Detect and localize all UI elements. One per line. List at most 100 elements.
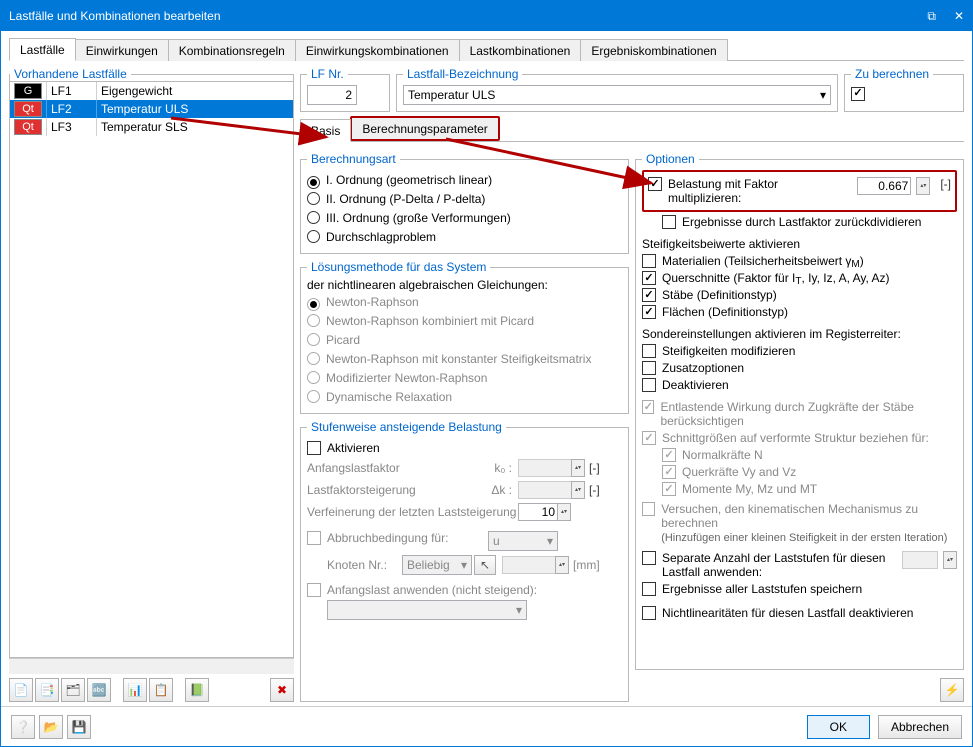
tab-lastkombinationen[interactable]: Lastkombinationen	[459, 39, 582, 61]
deformed-checkbox	[642, 431, 656, 445]
copy-button[interactable]: 📑	[35, 678, 59, 702]
spinner-icon[interactable]: ▴▾	[916, 177, 930, 195]
tab-einwirkungskombinationen[interactable]: Einwirkungskombinationen	[295, 39, 460, 61]
radio-order3[interactable]	[307, 211, 320, 224]
initial-load-checkbox	[307, 583, 321, 597]
table-row[interactable]: Qt LF3 Temperatur SLS	[10, 118, 293, 136]
tab-einwirkungen[interactable]: Einwirkungen	[75, 39, 169, 61]
radio-snapthrough[interactable]	[307, 230, 320, 243]
special-heading: Sondereinstellungen aktivieren im Regist…	[642, 327, 957, 341]
options-group: Optionen Belastung mit Faktor multiplizi…	[635, 152, 964, 670]
tab-kombinationsregeln[interactable]: Kombinationsregeln	[168, 39, 296, 61]
footer: ❔ 📂 💾 OK Abbrechen	[1, 706, 972, 746]
tab-ergebniskombinationen[interactable]: Ergebniskombinationen	[580, 39, 727, 61]
spinner-icon[interactable]: ▴▾	[557, 503, 571, 521]
spinner-icon: ▴▾	[571, 481, 585, 499]
calc-legend: Zu berechnen	[851, 67, 933, 81]
renumber-button[interactable]: 📊	[123, 678, 147, 702]
table-row[interactable]: G LF1 Eigengewicht	[10, 82, 293, 100]
section-checkbox[interactable]	[642, 271, 656, 285]
cancel-button[interactable]: Abbrechen	[878, 715, 962, 739]
ok-button[interactable]: OK	[807, 715, 870, 739]
members-checkbox[interactable]	[642, 288, 656, 302]
tab-berechnungsparameter[interactable]: Berechnungsparameter	[350, 116, 499, 141]
open-button[interactable]: 📂	[39, 715, 63, 739]
radio-picard	[307, 333, 320, 346]
spinner-icon: ▴▾	[571, 459, 585, 477]
shift-button[interactable]: 📋	[149, 678, 173, 702]
sort-button[interactable]: 🗂	[61, 678, 85, 702]
spinner-icon: ▴▾	[943, 551, 957, 569]
activate-checkbox[interactable]	[307, 441, 321, 455]
radio-dyn-relax	[307, 390, 320, 403]
chevron-down-icon: ▾	[516, 603, 522, 617]
stiffness-heading: Steifigkeitsbeiwerte aktivieren	[642, 237, 957, 251]
nonlin-off-checkbox[interactable]	[642, 606, 656, 620]
dk-input	[518, 481, 572, 499]
chevron-down-icon: ▾	[820, 88, 826, 102]
solver-group: Lösungsmethode für das System der nichtl…	[300, 260, 629, 414]
flash-button[interactable]: ⚡	[940, 678, 964, 702]
abort-checkbox	[307, 531, 321, 545]
multiply-input[interactable]	[857, 177, 911, 195]
desc-legend: Lastfall-Bezeichnung	[403, 67, 522, 81]
spinner-icon: ▴▾	[555, 556, 569, 574]
tab-basis[interactable]: Basis	[300, 119, 351, 142]
radio-newton-picard	[307, 314, 320, 327]
main-tabs: Lastfälle Einwirkungen Kombinationsregel…	[9, 37, 964, 61]
radio-order2[interactable]	[307, 192, 320, 205]
mechanism-checkbox	[642, 502, 655, 516]
m-checkbox	[662, 482, 676, 496]
highlight-box: Belastung mit Faktor multiplizieren: ▴▾ …	[642, 170, 957, 212]
left-toolbar: 📄 📑 🗂 🔤 📊 📋 📗 ✖	[9, 678, 294, 702]
mat-checkbox[interactable]	[642, 254, 656, 268]
calculate-checkbox[interactable]	[851, 87, 865, 101]
tab-lastfaelle[interactable]: Lastfälle	[9, 38, 76, 61]
loadcase-list[interactable]: G LF1 Eigengewicht Qt LF2 Temperatur ULS…	[9, 82, 294, 658]
tag-badge: Qt	[14, 101, 42, 117]
help-button[interactable]: ❔	[11, 715, 35, 739]
n-checkbox	[662, 448, 676, 462]
radio-newton-const	[307, 352, 320, 365]
restore-icon[interactable]: ⧉	[927, 9, 936, 24]
separate-steps-checkbox[interactable]	[642, 551, 656, 565]
v-checkbox	[662, 465, 676, 479]
separate-steps-input	[902, 551, 938, 569]
modify-stiff-checkbox[interactable]	[642, 344, 656, 358]
refine-input[interactable]	[518, 503, 558, 521]
titlebar: Lastfälle und Kombinationen bearbeiten ⧉…	[1, 1, 972, 31]
window-title: Lastfälle und Kombinationen bearbeiten	[9, 9, 221, 23]
surfaces-checkbox[interactable]	[642, 305, 656, 319]
pick-node-button: ↖	[474, 555, 496, 575]
left-legend: Vorhandene Lastfälle	[10, 67, 131, 81]
excel-button[interactable]: 📗	[185, 678, 209, 702]
radio-mod-newton	[307, 371, 320, 384]
lfnr-legend: LF Nr.	[307, 67, 348, 81]
multiply-checkbox[interactable]	[648, 177, 662, 191]
radio-order1[interactable]	[307, 176, 320, 189]
radio-newton	[307, 298, 320, 311]
delete-button[interactable]: ✖	[270, 678, 294, 702]
close-icon[interactable]: ✕	[954, 9, 964, 23]
table-row[interactable]: Qt LF2 Temperatur ULS	[10, 100, 293, 118]
scrollbar-horizontal[interactable]	[9, 658, 294, 674]
lfnr-input[interactable]	[307, 85, 357, 105]
node-combo: Beliebig▾	[402, 555, 472, 575]
tension-checkbox	[642, 400, 654, 414]
description-select[interactable]: Temperatur ULS ▾	[403, 85, 831, 105]
deactivate-checkbox[interactable]	[642, 378, 656, 392]
new-button[interactable]: 📄	[9, 678, 33, 702]
divide-checkbox[interactable]	[662, 215, 676, 229]
tag-badge: Qt	[14, 119, 42, 135]
save-steps-checkbox[interactable]	[642, 582, 656, 596]
initial-load-combo: ▾	[327, 600, 527, 620]
filter-button[interactable]: 🔤	[87, 678, 111, 702]
tag-badge: G	[14, 83, 42, 99]
incremental-group: Stufenweise ansteigende Belastung Aktivi…	[300, 420, 629, 702]
node-value-input	[502, 556, 556, 574]
extra-opts-checkbox[interactable]	[642, 361, 656, 375]
k0-input	[518, 459, 572, 477]
chevron-down-icon: ▾	[547, 534, 553, 548]
save-button[interactable]: 💾	[67, 715, 91, 739]
abort-combo: u▾	[488, 531, 558, 551]
